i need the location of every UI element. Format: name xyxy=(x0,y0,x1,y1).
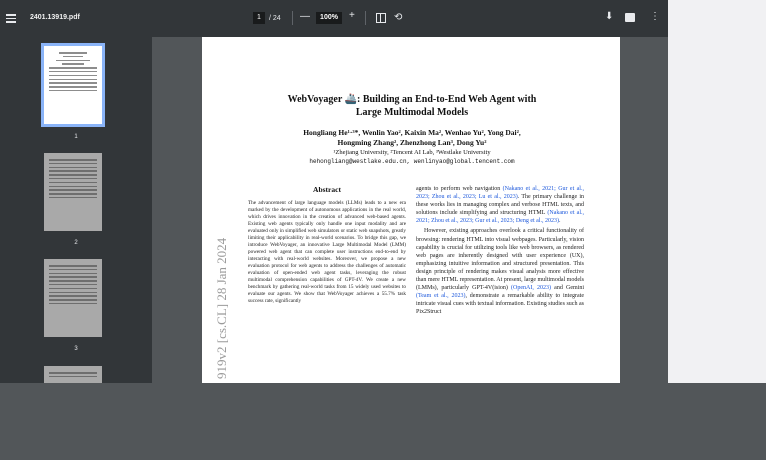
pdf-page: 919v2 [cs.CL] 28 Jan 2024 WebVoyager 🚢: … xyxy=(202,37,620,383)
page-total: / 24 xyxy=(269,14,281,22)
body-text: However, existing approaches overlook a … xyxy=(416,228,584,292)
thumbnail-page-3[interactable] xyxy=(44,259,102,337)
citation-link[interactable]: (OpenAI, 2023) xyxy=(511,285,551,291)
thumbnail-number: 1 xyxy=(74,134,78,140)
file-name: 2401.13919.pdf xyxy=(30,14,80,21)
thumbnail-number: 2 xyxy=(74,240,78,246)
zoom-in-button[interactable]: + xyxy=(349,10,355,21)
toolbar-divider xyxy=(365,11,366,25)
background-panel xyxy=(668,0,766,383)
thumbnail-page-4[interactable] xyxy=(44,366,102,383)
body-text: . xyxy=(558,218,561,225)
fit-page-icon[interactable] xyxy=(376,13,386,23)
paper-title: WebVoyager 🚢: Building an End-to-End Web… xyxy=(242,93,582,119)
arxiv-stamp: 919v2 [cs.CL] 28 Jan 2024 xyxy=(214,237,229,379)
thumbnail-sidebar[interactable]: 1 2 3 xyxy=(0,37,152,383)
toolbar-divider xyxy=(292,11,293,25)
citation-link[interactable]: (Team et al., 2023) xyxy=(416,293,465,299)
background-panel xyxy=(0,383,766,460)
intro-paragraph: agents to perform web navigation (Nakano… xyxy=(416,185,584,225)
paper-title-line: WebVoyager 🚢: Building an End-to-End Web… xyxy=(287,94,537,105)
zoom-out-button[interactable]: — xyxy=(300,11,310,22)
intro-paragraph: However, existing approaches overlook a … xyxy=(416,227,584,316)
zoom-input[interactable]: 100% xyxy=(316,12,342,24)
pdf-toolbar: 2401.13919.pdf 1 / 24 — 100% + ⟲ ⬇ ⋮ xyxy=(0,0,668,37)
page-navigator: 1 / 24 xyxy=(253,12,281,24)
download-icon[interactable]: ⬇ xyxy=(605,11,613,22)
thumbnail-number: 3 xyxy=(74,346,78,352)
menu-icon[interactable] xyxy=(6,12,16,24)
more-options-icon[interactable]: ⋮ xyxy=(650,11,660,22)
current-page-input[interactable]: 1 xyxy=(253,12,265,24)
authors-line: Hongming Zhang², Zhenzhong Lan³, Dong Yu… xyxy=(337,138,487,147)
thumbnail-page-2[interactable] xyxy=(44,153,102,231)
abstract-heading: Abstract xyxy=(313,185,341,194)
print-icon[interactable] xyxy=(625,13,635,22)
paper-email: hehongliang@westlake.edu.cn, wenlinyao@g… xyxy=(309,158,515,165)
thumbnail-page-1[interactable] xyxy=(41,43,105,127)
authors-line: Hongliang He¹·³*, Wenlin Yao², Kaixin Ma… xyxy=(303,128,521,137)
body-text: agents to perform web navigation xyxy=(416,186,503,192)
paper-title-line: Large Multimodal Models xyxy=(355,107,469,118)
paper-authors: Hongliang He¹·³*, Wenlin Yao², Kaixin Ma… xyxy=(242,128,582,148)
abstract-text: The advancement of large language models… xyxy=(248,200,406,304)
rotate-icon[interactable]: ⟲ xyxy=(394,12,402,24)
intro-column: agents to perform web navigation (Nakano… xyxy=(416,185,584,317)
paper-affiliations: ¹Zhejiang University, ²Tencent AI Lab, ³… xyxy=(333,149,491,156)
pdf-viewer: 2401.13919.pdf 1 / 24 — 100% + ⟲ ⬇ ⋮ 1 2… xyxy=(0,0,668,383)
body-text: and Gemini xyxy=(551,285,584,292)
